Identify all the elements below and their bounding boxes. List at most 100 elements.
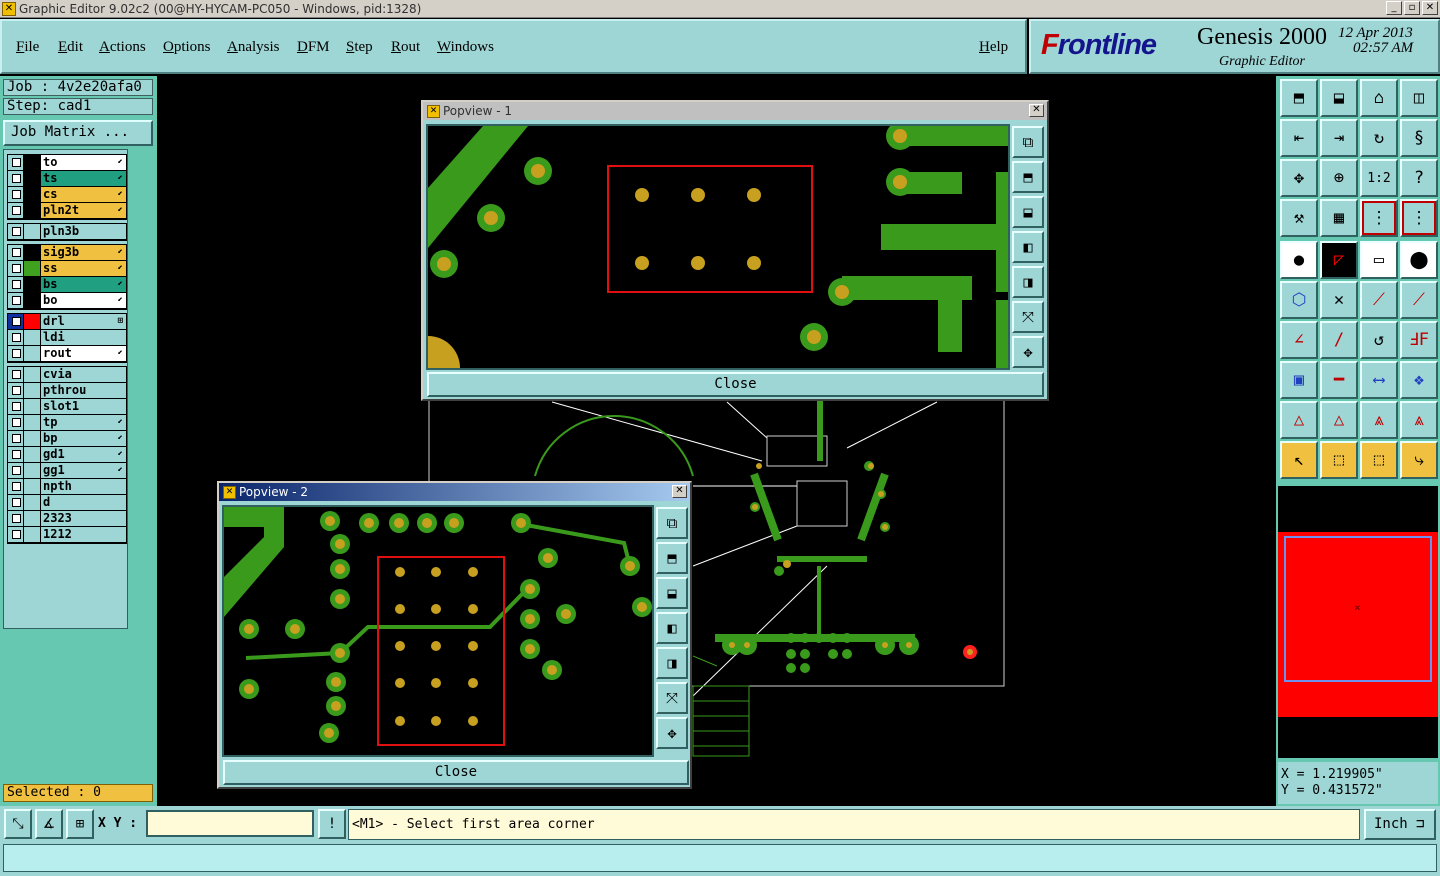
layer-color-swatch[interactable] [24,224,41,239]
layer-color-swatch[interactable] [24,367,41,382]
layer-row-gd1[interactable]: gd1 ⬋ [8,447,126,463]
measure-angle-icon[interactable]: ∡ [35,809,63,839]
center-icon[interactable]: ⊕ [1320,159,1358,197]
layer-checkbox[interactable] [8,511,24,526]
menu-analysis[interactable]: Analysis [227,39,280,56]
layer-name[interactable]: 2323 [41,511,126,526]
layer-color-swatch[interactable] [24,463,41,478]
triangle-icon[interactable]: △ [1280,401,1318,439]
layer-color-swatch[interactable] [24,293,41,308]
slash-icon[interactable]: / [1320,321,1358,359]
layer-name[interactable]: d [41,495,126,510]
layer-row-ldi[interactable]: ldi [8,330,126,346]
layer-checkbox[interactable] [8,399,24,414]
split-view-icon[interactable]: ◫ [1400,79,1438,117]
layer-color-swatch[interactable] [24,245,41,260]
triangle4-icon[interactable]: ⩓ [1400,401,1438,439]
zoom-home-icon[interactable]: ⬒ [1280,79,1318,117]
popview-2-pan-up-icon[interactable]: ⬒ [656,542,688,574]
layer-checkbox[interactable] [8,495,24,510]
layer-row-tp[interactable]: tp ⬋ [8,415,126,431]
layer-name[interactable]: gg1 ⬋ [41,463,126,478]
layer-checkbox[interactable] [8,314,24,329]
popview-2-pan-down-icon[interactable]: ⬓ [656,577,688,609]
layer-checkbox[interactable] [8,415,24,430]
layer-color-swatch[interactable] [24,277,41,292]
layer-row-bs[interactable]: bs ⬋ [8,277,126,293]
layer-color-swatch[interactable] [24,330,41,345]
layer-name[interactable]: npth [41,479,126,494]
layer-row-cvia[interactable]: cvia [8,367,126,383]
snap-grid-icon[interactable]: ⊞ [66,809,94,839]
popview-2-fit-icon[interactable]: ✥ [656,717,688,749]
layer-name[interactable]: bp ⬋ [41,431,126,446]
layer-color-swatch[interactable] [24,527,41,542]
layer-checkbox[interactable] [8,187,24,202]
layer-row-to[interactable]: to ⬋ [8,155,126,171]
popview-1-close-icon[interactable]: ✕ [1029,104,1044,117]
layer-color-swatch[interactable] [24,261,41,276]
layer-checkbox[interactable] [8,346,24,361]
layer-name[interactable]: cs ⬋ [41,187,126,202]
cross-icon[interactable]: ✕ [1320,281,1358,319]
layer-row-pln2t[interactable]: pln2t ⬋ [8,203,126,219]
layer-name[interactable]: ss ⬋ [41,261,126,276]
popview-1-pan-up-icon[interactable]: ⬒ [1012,161,1044,193]
line2-icon[interactable]: ⟋ [1400,281,1438,319]
ruler-icon[interactable]: ▭ [1360,241,1398,279]
menu-help[interactable]: Help [979,39,1008,56]
popview-1-pan-right-icon[interactable]: ◨ [1012,266,1044,298]
layer-checkbox[interactable] [8,527,24,542]
layer-name[interactable]: ts ⬋ [41,171,126,186]
layer-checkbox[interactable] [8,171,24,186]
layer-name[interactable]: bo ⬋ [41,293,126,308]
layer-row-slot1[interactable]: slot1 [8,399,126,415]
layer-row-cs[interactable]: cs ⬋ [8,187,126,203]
layer-color-swatch[interactable] [24,187,41,202]
layer-row-2323[interactable]: 2323 [8,511,126,527]
popview-2-pan-left-icon[interactable]: ◧ [656,612,688,644]
layer-name[interactable]: ldi [41,330,126,345]
layer-checkbox[interactable] [8,293,24,308]
layer-checkbox[interactable] [8,245,24,260]
info-icon[interactable]: ! [318,809,346,839]
select-area-icon[interactable]: ⬚ [1360,441,1398,479]
layer-color-swatch[interactable] [24,415,41,430]
popview-1-zoom-out-icon[interactable]: ⤧ [1012,301,1044,333]
layer-row-pthrou[interactable]: pthrou [8,383,126,399]
popview-1-zoom-icon[interactable]: ⧉ [1012,126,1044,158]
job-matrix-button[interactable]: Job Matrix ... [3,120,153,146]
layer-name[interactable]: gd1 ⬋ [41,447,126,462]
popview-2-zoom-icon[interactable]: ⧉ [656,507,688,539]
triangle3-icon[interactable]: ⩓ [1360,401,1398,439]
layer-row-sig3b[interactable]: sig3b ⬋ [8,245,126,261]
overview-map[interactable]: × [1278,486,1438,758]
layer-name[interactable]: rout ⬋ [41,346,126,361]
triangle2-icon[interactable]: △ [1320,401,1358,439]
layer-name[interactable]: to ⬋ [41,155,126,170]
layer-name[interactable]: sig3b ⬋ [41,245,126,260]
layer-color-swatch[interactable] [24,431,41,446]
layer-color-swatch[interactable] [24,171,41,186]
layer-name[interactable]: 1212 [41,527,126,542]
popview-2-close-button[interactable]: Close [223,760,689,785]
snake-icon[interactable]: § [1400,119,1438,157]
close-window-button[interactable]: ✕ [1422,1,1438,15]
layer-row-bp[interactable]: bp ⬋ [8,431,126,447]
layer-checkbox[interactable] [8,447,24,462]
home-icon[interactable]: ⌂ [1360,79,1398,117]
layer-checkbox[interactable] [8,463,24,478]
menu-file[interactable]: File [16,39,39,56]
popview-2-pan-right-icon[interactable]: ◨ [656,647,688,679]
pan-left-icon[interactable]: ⇤ [1280,119,1318,157]
dimension-icon[interactable]: ⟷ [1360,361,1398,399]
zoom-area-icon[interactable]: ⤡ [4,809,32,839]
menu-step[interactable]: Step [346,39,373,56]
layer-row-gg1[interactable]: gg1 ⬋ [8,463,126,479]
menu-actions[interactable]: Actions [99,39,146,56]
layer-name[interactable]: slot1 [41,399,126,414]
menu-options[interactable]: Options [163,39,211,56]
help-icon[interactable]: ? [1400,159,1438,197]
popview-2-zoom-out-icon[interactable]: ⤧ [656,682,688,714]
line-icon[interactable]: ⟋ [1360,281,1398,319]
